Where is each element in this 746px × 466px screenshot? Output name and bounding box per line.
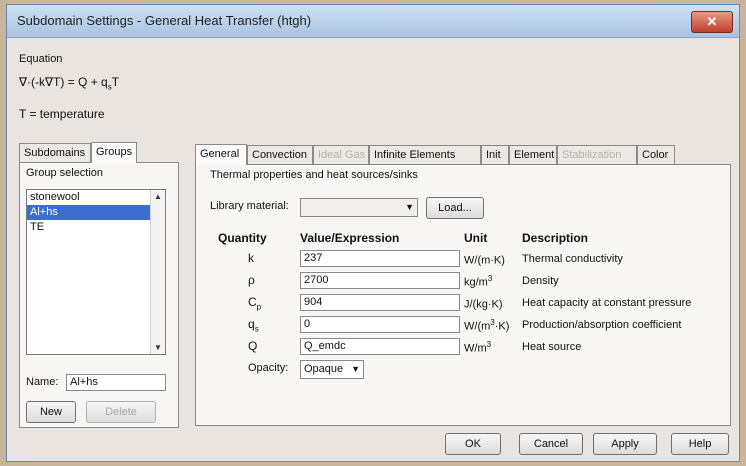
unit-cell: J/(kg·K) [464,298,503,311]
tab-convection[interactable]: Convection [247,145,313,164]
opacity-value: Opaque [304,363,344,375]
value-field-cp[interactable]: 904 [300,294,460,311]
tab-color[interactable]: Color [637,145,675,164]
title-bar[interactable]: Subdomain Settings - General Heat Transf… [7,5,739,38]
tab-groups[interactable]: Groups [91,142,137,163]
list-item[interactable]: TE [27,220,165,235]
quantity-symbol: Cp [248,295,262,312]
delete-group-button[interactable]: Delete [86,401,156,423]
tab-element[interactable]: Element [509,145,557,164]
header-value: Value/Expression [300,231,400,245]
library-material-select[interactable]: ▼ [300,198,418,217]
scroll-down-icon[interactable]: ▼ [151,343,165,352]
cancel-button[interactable]: Cancel [519,433,583,455]
listbox-scrollbar[interactable]: ▲ ▼ [150,190,165,354]
group-listbox[interactable]: stonewool Al+hs TE ▲ ▼ [26,189,166,355]
equation-line: ∇·(-k∇T) = Q + qsT [19,75,119,91]
window-title: Subdomain Settings - General Heat Transf… [17,13,312,28]
description-cell: Heat source [522,341,582,353]
tab-ideal-gas[interactable]: Ideal Gas [313,145,369,164]
quantity-symbol: Q [248,339,258,353]
tab-subdomains[interactable]: Subdomains [19,143,91,162]
ok-button[interactable]: OK [445,433,501,455]
header-unit: Unit [464,231,488,245]
unit-cell: W/(m·K) [464,254,505,267]
description-cell: Heat capacity at constant pressure [522,297,692,309]
quantity-symbol: k [248,251,254,265]
group-selection-label: Group selection [26,167,104,179]
library-material-label: Library material: [210,200,289,212]
equation-end: T [111,75,120,89]
value-field-rho[interactable]: 2700 [300,272,460,289]
list-item-selected[interactable]: Al+hs [27,205,165,220]
groups-panel: Group selection stonewool Al+hs TE ▲ ▼ N… [19,162,179,428]
description-cell: Production/absorption coefficient [522,319,682,331]
equation-main: ∇·(-k∇T) = Q + q [19,75,108,89]
tab-init[interactable]: Init [481,145,509,164]
value-field-q[interactable]: Q_emdc [300,338,460,355]
name-label: Name: [26,376,59,388]
quantity-symbol: qs [248,317,259,334]
opacity-select[interactable]: Opaque ▼ [300,360,364,379]
scroll-up-icon[interactable]: ▲ [151,192,165,201]
tab-general[interactable]: General [195,144,247,165]
chevron-down-icon: ▼ [405,202,414,212]
load-button[interactable]: Load... [426,197,484,219]
unit-cell: W/(m3·K) [464,318,510,333]
close-button[interactable]: ✕ [691,11,733,33]
new-group-button[interactable]: New [26,401,76,423]
right-tab-row: General Convection Ideal Gas Infinite El… [195,144,731,165]
opacity-label: Opacity: [248,362,289,374]
equation-variable: T = temperature [19,107,105,121]
quantity-symbol: ρ [248,273,255,287]
unit-cell: kg/m3 [464,274,493,289]
description-cell: Thermal conductivity [522,253,623,265]
list-item[interactable]: stonewool [27,190,165,205]
help-button[interactable]: Help [671,433,729,455]
apply-button[interactable]: Apply [593,433,657,455]
subdomain-settings-dialog: Subdomain Settings - General Heat Transf… [6,4,740,462]
general-panel: Thermal properties and heat sources/sink… [195,164,731,426]
description-cell: Density [522,275,559,287]
left-tab-row: Subdomains Groups [19,142,179,163]
value-field-qs[interactable]: 0 [300,316,460,333]
header-description: Description [522,231,589,245]
header-quantity: Quantity [218,231,267,245]
tab-infinite-elements[interactable]: Infinite Elements [369,145,481,164]
chevron-down-icon: ▼ [351,364,360,374]
unit-cell: W/m3 [464,340,492,355]
tab-stabilization[interactable]: Stabilization [557,145,637,164]
group-name-field[interactable]: Al+hs [66,374,166,391]
equation-label: Equation [19,53,63,65]
section-title: Thermal properties and heat sources/sink… [210,169,418,181]
value-field-k[interactable]: 237 [300,250,460,267]
